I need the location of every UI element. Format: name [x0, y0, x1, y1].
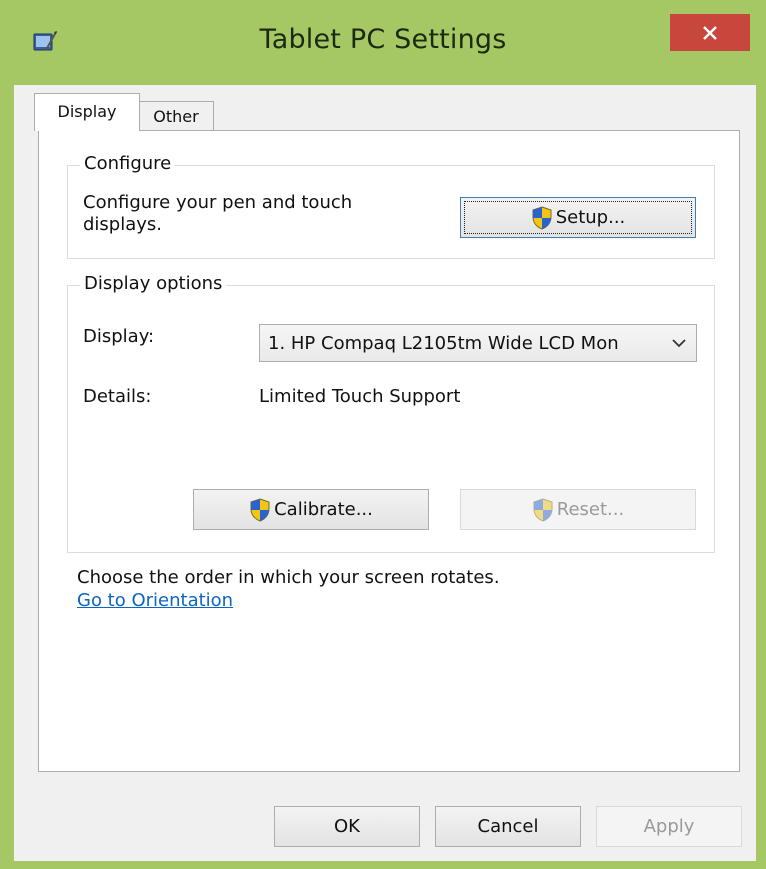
ok-button-label: OK — [334, 816, 360, 837]
dialog-client-area: Display Other Configure Configure your p… — [14, 85, 756, 861]
display-dropdown[interactable]: 1. HP Compaq L2105tm Wide LCD Mon — [259, 324, 697, 362]
setup-button-label: Setup... — [555, 207, 626, 228]
display-tab-panel: Configure Configure your pen and touch d… — [38, 130, 740, 772]
chevron-down-icon — [672, 339, 686, 348]
uac-shield-icon — [533, 497, 553, 522]
configure-description-line2: displays. — [83, 214, 163, 235]
display-options-group-title: Display options — [80, 273, 227, 294]
tab-other[interactable]: Other — [139, 101, 214, 130]
uac-shield-icon — [532, 205, 552, 230]
calibrate-button[interactable]: Calibrate... — [193, 489, 429, 530]
window-title: Tablet PC Settings — [259, 24, 507, 55]
ok-button[interactable]: OK — [274, 806, 420, 847]
close-icon — [703, 25, 717, 40]
setup-button[interactable]: Setup... — [460, 197, 696, 238]
configure-group: Configure Configure your pen and touch d… — [67, 153, 715, 259]
orientation-description: Choose the order in which your screen ro… — [77, 567, 500, 588]
close-button[interactable] — [670, 14, 750, 51]
details-label: Details: — [83, 386, 152, 407]
tab-other-label: Other — [153, 106, 199, 126]
display-options-group: Display options Display: 1. HP Compaq L2… — [67, 273, 715, 553]
go-to-orientation-link[interactable]: Go to Orientation — [77, 590, 233, 612]
details-value: Limited Touch Support — [259, 386, 461, 407]
apply-button[interactable]: Apply — [596, 806, 742, 847]
tab-display[interactable]: Display — [34, 93, 140, 131]
configure-description-line1: Configure your pen and touch — [83, 192, 353, 213]
reset-button[interactable]: Reset... — [460, 489, 696, 530]
cancel-button[interactable]: Cancel — [435, 806, 581, 847]
uac-shield-icon — [250, 497, 270, 522]
title-bar[interactable]: Tablet PC Settings — [0, 0, 766, 86]
apply-button-label: Apply — [643, 816, 695, 837]
reset-button-label: Reset... — [556, 499, 625, 520]
dialog-window: Tablet PC Settings Display Other Configu… — [0, 0, 766, 869]
display-label: Display: — [83, 326, 155, 347]
display-dropdown-value: 1. HP Compaq L2105tm Wide LCD Mon — [268, 332, 619, 354]
calibrate-button-label: Calibrate... — [274, 499, 373, 520]
cancel-button-label: Cancel — [477, 816, 539, 837]
configure-group-title: Configure — [80, 153, 176, 174]
tab-display-label: Display — [57, 102, 117, 121]
